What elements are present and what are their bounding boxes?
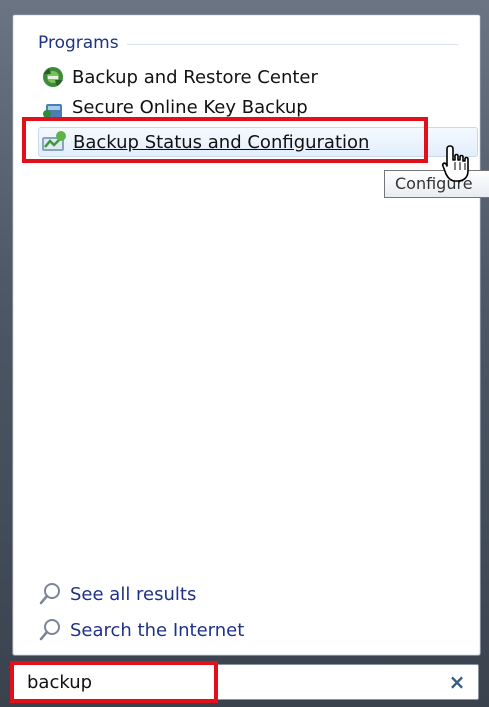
- see-all-results-link[interactable]: See all results: [36, 579, 196, 609]
- search-icon: [36, 580, 64, 608]
- clear-search-button[interactable]: ×: [444, 669, 470, 695]
- programs-header-label: Programs: [38, 33, 119, 53]
- program-item-backup-restore-center[interactable]: Backup and Restore Center: [38, 63, 318, 91]
- search-input[interactable]: [27, 669, 217, 695]
- see-all-results-label: See all results: [70, 583, 197, 605]
- hand-cursor-icon: [441, 145, 469, 182]
- program-item-label: Backup and Restore Center: [72, 66, 318, 88]
- search-internet-label: Search the Internet: [70, 619, 245, 641]
- search-box[interactable]: ×: [12, 664, 479, 700]
- program-item-label: Secure Online Key Backup: [72, 96, 308, 118]
- programs-section-header: Programs: [38, 31, 458, 55]
- program-item-backup-status-configuration[interactable]: Backup Status and Configuration: [38, 127, 478, 157]
- search-internet-link[interactable]: Search the Internet: [36, 615, 244, 645]
- section-divider: [126, 44, 458, 45]
- search-icon: [36, 616, 64, 644]
- program-item-label: Backup Status and Configuration: [73, 131, 370, 153]
- program-item-secure-online-key-backup[interactable]: Secure Online Key Backup: [38, 95, 308, 119]
- backup-status-icon: [39, 129, 69, 155]
- backup-restore-icon: [38, 64, 68, 90]
- key-backup-icon: [38, 95, 68, 119]
